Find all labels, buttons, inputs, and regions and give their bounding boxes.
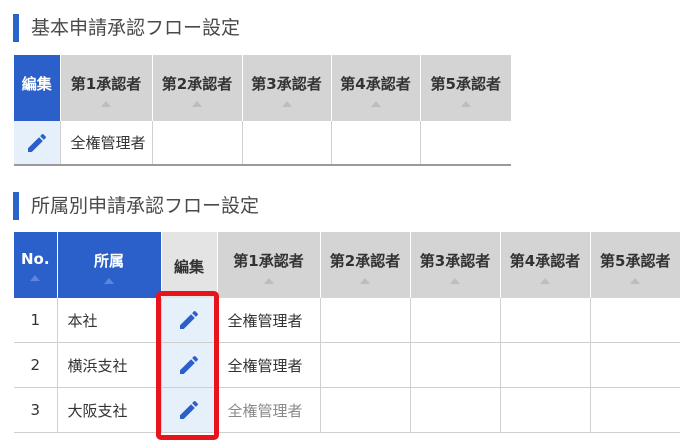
approver-1-cell: 全権管理者 <box>217 298 321 343</box>
header-edit: 編集 <box>14 55 61 121</box>
header-approver-4[interactable]: 第4承認者 <box>500 232 591 298</box>
row-no: 2 <box>14 342 58 388</box>
header-approver-5[interactable]: 第5承認者 <box>590 232 680 298</box>
row-dept: 横浜支社 <box>57 342 162 388</box>
approver-3-cell <box>242 121 332 166</box>
sort-up-icon <box>104 278 114 284</box>
header-approver-4[interactable]: 第4承認者 <box>331 55 421 121</box>
row-no: 1 <box>14 298 58 343</box>
header-approver-1[interactable]: 第1承認者 <box>217 232 321 298</box>
approver-4-cell <box>500 342 591 388</box>
approver-4-cell <box>331 121 421 166</box>
sort-up-icon <box>101 101 111 107</box>
pencil-icon <box>27 133 46 152</box>
basic-flow-table: 編集 第1承認者 第2承認者 第3承認者 第4承認者 第5承認者 全権管理者 <box>14 55 511 166</box>
header-approver-1[interactable]: 第1承認者 <box>60 55 153 121</box>
sort-up-icon <box>263 278 274 284</box>
approver-1-cell: 全権管理者 <box>217 387 321 433</box>
edit-button[interactable] <box>161 298 218 343</box>
approver-2-cell <box>320 298 411 343</box>
table-row: 1 本社 全権管理者 <box>14 298 680 343</box>
edit-button[interactable] <box>14 121 61 166</box>
approver-2-cell <box>152 121 243 166</box>
section-title-department-flow: 所属別申請承認フロー設定 <box>13 192 259 220</box>
row-dept: 本社 <box>57 298 162 343</box>
sort-up-icon <box>370 101 381 107</box>
pencil-icon <box>180 355 199 374</box>
approver-5-cell <box>590 387 680 433</box>
department-flow-table: No. 所属 編集 第1承認者 第2承認者 第3承認者 第4承認者 第5承認者 … <box>14 232 680 433</box>
sort-up-icon <box>540 278 550 284</box>
table-row: 2 横浜支社 全権管理者 <box>14 342 680 388</box>
approver-5-cell <box>590 342 680 388</box>
sort-up-icon <box>30 275 41 281</box>
sort-up-icon <box>192 101 202 107</box>
sort-up-icon <box>281 101 292 107</box>
pencil-icon <box>180 310 199 329</box>
approver-3-cell <box>410 387 501 433</box>
header-approver-2[interactable]: 第2承認者 <box>320 232 411 298</box>
approver-1-cell: 全権管理者 <box>217 342 321 388</box>
sort-up-icon <box>360 278 370 284</box>
approver-3-cell <box>410 298 501 343</box>
table-row: 3 大阪支社 全権管理者 <box>14 387 680 433</box>
header-edit: 編集 <box>161 232 218 298</box>
header-approver-5[interactable]: 第5承認者 <box>420 55 511 121</box>
approver-2-cell <box>320 387 411 433</box>
header-approver-3[interactable]: 第3承認者 <box>410 232 501 298</box>
approver-1-cell: 全権管理者 <box>60 121 153 166</box>
approver-5-cell <box>420 121 511 166</box>
edit-button[interactable] <box>161 387 218 433</box>
sort-up-icon <box>630 278 641 284</box>
sort-up-icon <box>460 101 471 107</box>
row-dept: 大阪支社 <box>57 387 162 433</box>
section-title-basic-flow: 基本申請承認フロー設定 <box>13 14 240 42</box>
header-no[interactable]: No. <box>14 232 58 298</box>
approver-4-cell <box>500 387 591 433</box>
row-no: 3 <box>14 387 58 433</box>
table-row: 全権管理者 <box>14 121 511 166</box>
sort-up-icon <box>450 278 460 284</box>
header-approver-3[interactable]: 第3承認者 <box>242 55 332 121</box>
edit-button[interactable] <box>161 342 218 388</box>
approver-5-cell <box>590 298 680 343</box>
pencil-icon <box>180 400 199 419</box>
approver-4-cell <box>500 298 591 343</box>
header-dept[interactable]: 所属 <box>57 232 162 298</box>
header-approver-2[interactable]: 第2承認者 <box>152 55 243 121</box>
approver-2-cell <box>320 342 411 388</box>
approver-3-cell <box>410 342 501 388</box>
